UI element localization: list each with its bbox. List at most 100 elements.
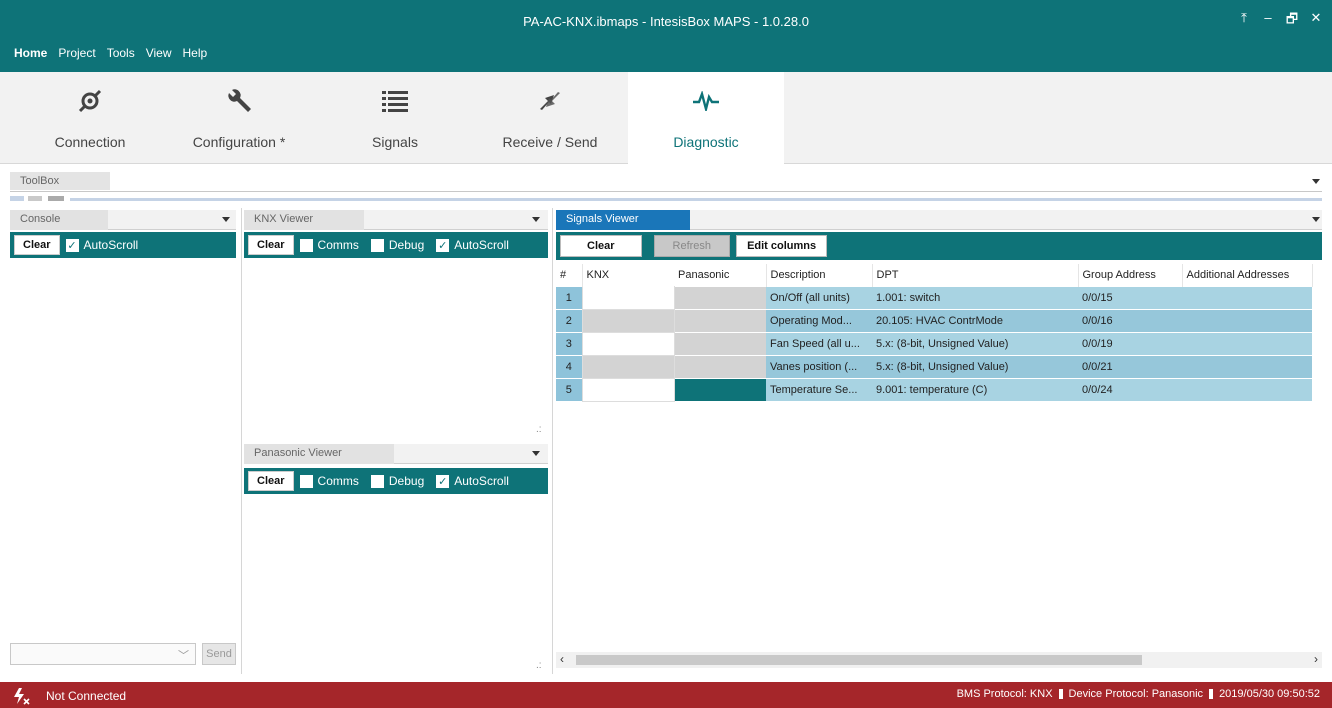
toolbox-item-icon[interactable] [10, 196, 24, 201]
datetime: 2019/05/30 09:50:52 [1219, 688, 1320, 700]
signals-viewer-header: Signals Viewer [556, 210, 1322, 230]
signals-viewer-tab[interactable]: Signals Viewer [556, 210, 690, 230]
signals-toolbar: Clear Refresh Edit columns [556, 232, 1322, 260]
console-clear-button[interactable]: Clear [14, 235, 60, 255]
scroll-left-icon[interactable]: ‹ [560, 652, 564, 666]
knx-cell[interactable] [581, 285, 675, 310]
panasonic-viewer-dropdown-icon[interactable] [532, 451, 540, 456]
table-row[interactable]: 4 Vanes position (... 5.x: (8-bit, Unsig… [556, 354, 1312, 379]
resize-grip-icon[interactable]: .: [536, 424, 542, 435]
separator [1058, 689, 1063, 699]
group-address-cell: 0/0/15 [1078, 285, 1182, 309]
menu-tools[interactable]: Tools [107, 46, 135, 60]
close-button[interactable]: ✕ [1308, 10, 1324, 32]
row-number: 5 [556, 377, 582, 401]
description-cell: Temperature Se... [766, 377, 872, 401]
toolbox-dropdown-icon[interactable] [1312, 179, 1320, 184]
tab-signals[interactable]: Signals [340, 72, 450, 164]
group-address-cell: 0/0/24 [1078, 377, 1182, 401]
checkmark-icon: ✓ [436, 474, 450, 488]
tab-configuration[interactable]: Configuration * [176, 72, 302, 164]
knx-clear-button[interactable]: Clear [248, 235, 294, 255]
tab-connection[interactable]: Connection [20, 72, 160, 164]
console-tab[interactable]: Console [10, 210, 108, 230]
table-row[interactable]: 3 Fan Speed (all u... 5.x: (8-bit, Unsig… [556, 331, 1312, 356]
edit-columns-button[interactable]: Edit columns [736, 235, 828, 257]
group-address-cell: 0/0/19 [1078, 331, 1182, 355]
panasonic-cell-selected[interactable] [674, 377, 766, 401]
knx-cell[interactable] [581, 354, 675, 379]
panasonic-cell[interactable] [674, 308, 766, 332]
chevron-down-icon[interactable]: ﹀ [178, 647, 189, 663]
checkmark-icon: ✓ [65, 238, 79, 252]
toolbox-icons-strip [10, 196, 1322, 202]
panel-divider[interactable] [241, 208, 242, 674]
tab-diagnostic[interactable]: Diagnostic [628, 72, 784, 164]
signals-refresh-button[interactable]: Refresh [653, 235, 731, 257]
column-header[interactable]: # [556, 264, 583, 286]
knx-comms-label: Comms [317, 238, 359, 252]
signals-viewer-dropdown-icon[interactable] [1312, 217, 1320, 222]
panasonic-debug-label: Debug [388, 474, 425, 488]
toolbox-item-icon[interactable] [28, 196, 42, 201]
menu-home[interactable]: Home [14, 46, 47, 60]
toolbox-item-icon[interactable] [48, 196, 64, 201]
console-autoscroll-checkbox[interactable]: ✓ AutoScroll [65, 238, 139, 252]
menu-bar: Home Project Tools View Help [14, 46, 207, 60]
additional-addresses-cell [1182, 331, 1312, 355]
panasonic-clear-button[interactable]: Clear [248, 471, 294, 491]
console-autoscroll-label: AutoScroll [83, 238, 139, 252]
panasonic-cell[interactable] [674, 354, 766, 378]
panasonic-autoscroll-checkbox[interactable]: ✓ AutoScroll [436, 474, 509, 488]
knx-cell[interactable] [581, 377, 675, 402]
restore-button[interactable]: 🗗 [1284, 10, 1300, 32]
console-send-button[interactable]: Send [202, 643, 236, 665]
knx-autoscroll-checkbox[interactable]: ✓ AutoScroll [436, 238, 509, 252]
knx-cell[interactable] [581, 308, 675, 333]
signals-table: # KNX Panasonic Description DPT Group Ad… [556, 264, 1313, 402]
column-header[interactable]: KNX [582, 264, 674, 286]
upload-icon[interactable]: ⤒ [1236, 10, 1252, 32]
status-bar: Not Connected BMS Protocol: KNX Device P… [0, 682, 1332, 708]
knx-viewer-tab[interactable]: KNX Viewer [244, 210, 364, 230]
menu-project[interactable]: Project [58, 46, 95, 60]
panasonic-viewer-tab[interactable]: Panasonic Viewer [244, 444, 394, 464]
toolbox-tab[interactable]: ToolBox [10, 172, 110, 190]
row-number: 3 [556, 331, 582, 355]
knx-viewer-dropdown-icon[interactable] [532, 217, 540, 222]
panasonic-cell[interactable] [674, 285, 766, 309]
table-row[interactable]: 2 Operating Mod... 20.105: HVAC ContrMod… [556, 308, 1312, 333]
window-controls: ⤒ – 🗗 ✕ [1236, 10, 1324, 32]
group-address-cell: 0/0/21 [1078, 354, 1182, 378]
knx-debug-checkbox[interactable]: Debug [370, 238, 424, 252]
column-header[interactable]: Panasonic [674, 264, 767, 286]
column-header[interactable]: Description [766, 264, 873, 286]
title-bar: PA-AC-KNX.ibmaps - IntesisBox MAPS - 1.0… [0, 0, 1332, 72]
row-number: 1 [556, 285, 582, 309]
panasonic-cell[interactable] [674, 331, 766, 355]
console-dropdown-icon[interactable] [222, 217, 230, 222]
scrollbar-thumb[interactable] [576, 655, 1142, 665]
scroll-right-icon[interactable]: › [1314, 652, 1318, 666]
horizontal-scrollbar[interactable]: ‹ › [556, 652, 1322, 668]
tab-receive-send[interactable]: Receive / Send [488, 72, 612, 164]
tab-receive-send-label: Receive / Send [502, 134, 598, 150]
menu-help[interactable]: Help [183, 46, 208, 60]
console-command-input[interactable]: ﹀ [10, 643, 196, 665]
table-row[interactable]: 5 Temperature Se... 9.001: temperature (… [556, 377, 1312, 402]
knx-cell[interactable] [581, 331, 675, 356]
knx-comms-checkbox[interactable]: Comms [299, 238, 359, 252]
checkmark-icon: ✓ [436, 238, 450, 252]
column-header[interactable]: Group Address [1078, 264, 1183, 286]
table-row[interactable]: 1 On/Off (all units) 1.001: switch 0/0/1… [556, 285, 1312, 310]
panasonic-comms-checkbox[interactable]: Comms [299, 474, 359, 488]
resize-grip-icon[interactable]: .: [536, 660, 542, 671]
column-header[interactable]: Additional Addresses [1182, 264, 1313, 286]
panasonic-debug-checkbox[interactable]: Debug [370, 474, 425, 488]
tab-configuration-label: Configuration * [192, 134, 286, 150]
column-header[interactable]: DPT [872, 264, 1079, 286]
minimize-button[interactable]: – [1260, 10, 1276, 32]
menu-view[interactable]: View [146, 46, 172, 60]
panel-divider[interactable] [552, 208, 553, 674]
signals-clear-button[interactable]: Clear [560, 235, 642, 257]
